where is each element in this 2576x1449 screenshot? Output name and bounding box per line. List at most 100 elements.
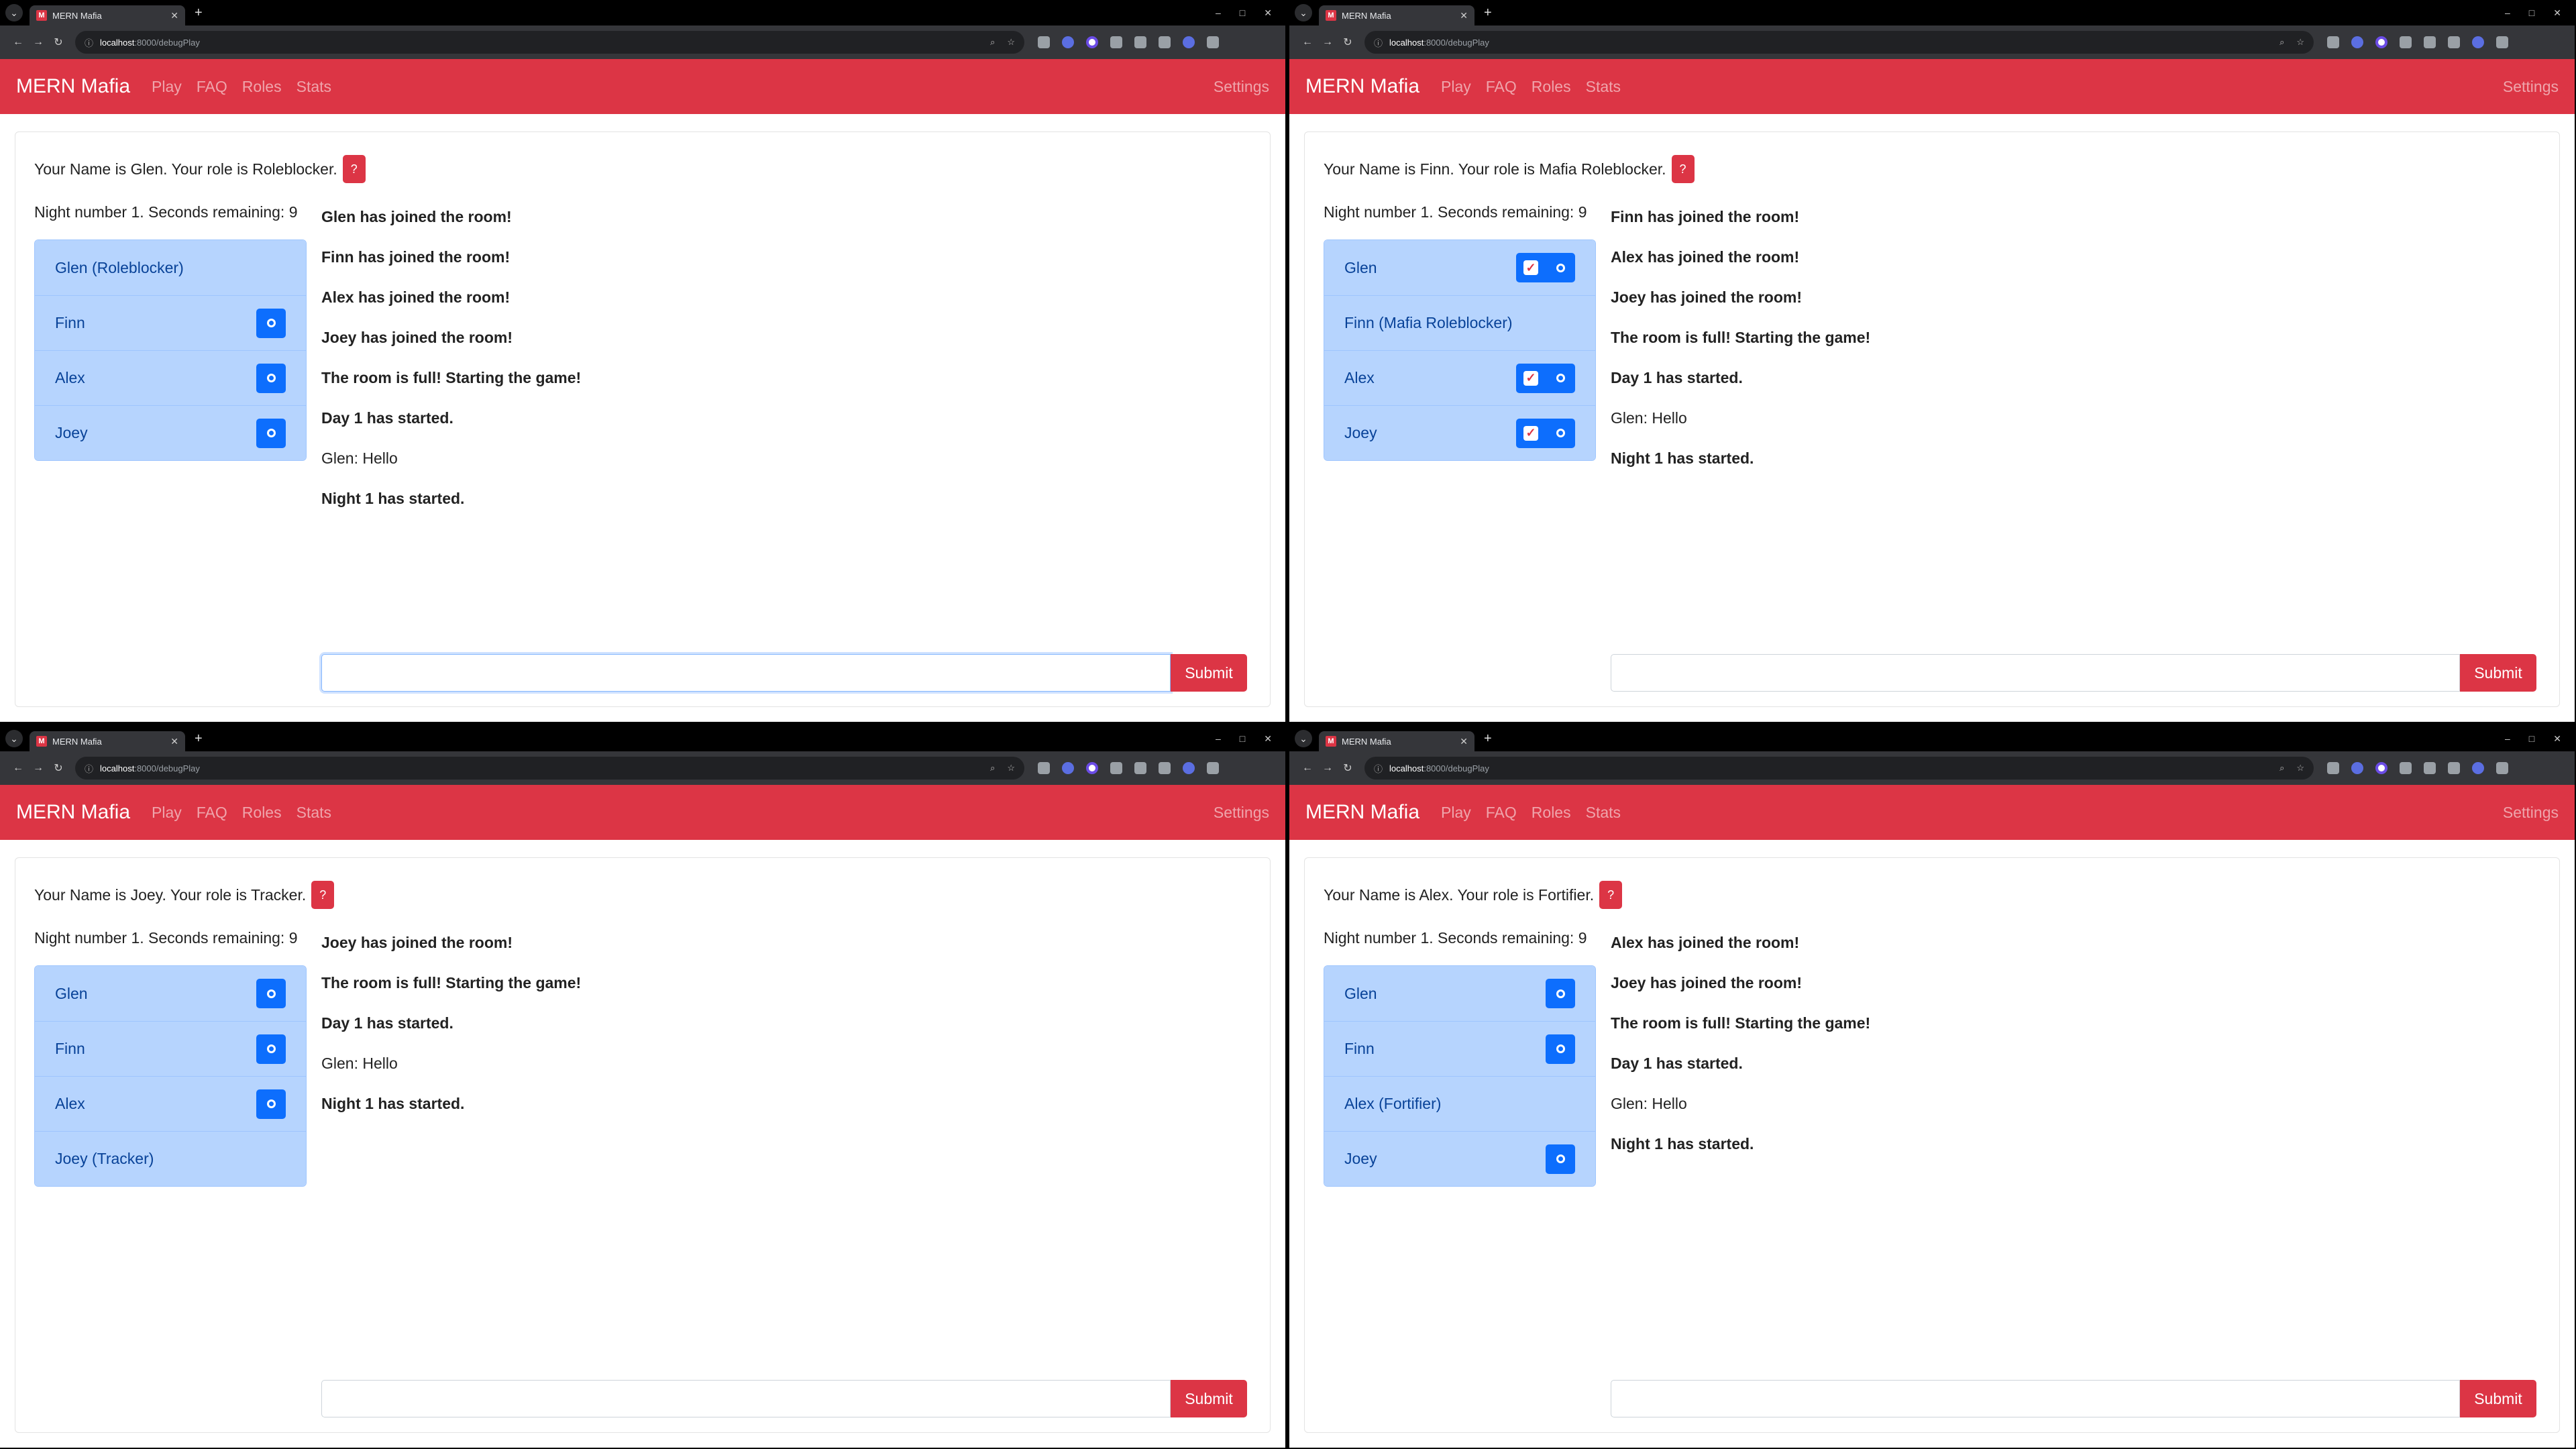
target-radio-button[interactable] <box>1546 979 1575 1008</box>
reload-icon[interactable]: ↻ <box>1338 761 1358 775</box>
nav-play[interactable]: Play <box>152 78 182 96</box>
nav-settings[interactable]: Settings <box>2503 78 2559 96</box>
extension-dot-icon[interactable] <box>2351 762 2363 774</box>
new-tab-button[interactable]: + <box>1484 5 1492 21</box>
close-window-button[interactable]: ✕ <box>2553 7 2561 19</box>
address-bar[interactable]: ⓘ localhost:8000/debugPlay ⌕ ☆ <box>75 757 1024 780</box>
reload-icon[interactable]: ↻ <box>1338 36 1358 49</box>
nav-play[interactable]: Play <box>1441 804 1471 822</box>
maximize-button[interactable]: □ <box>1240 733 1245 745</box>
maximize-button[interactable]: □ <box>2529 733 2534 745</box>
site-info-icon[interactable]: ⓘ <box>1374 36 1383 49</box>
forward-icon[interactable]: → <box>1318 36 1338 48</box>
nav-stats[interactable]: Stats <box>297 804 331 822</box>
avatar[interactable] <box>1183 762 1195 774</box>
site-info-icon[interactable]: ⓘ <box>85 36 93 49</box>
target-radio-button[interactable] <box>256 363 286 393</box>
bookmark-star-icon[interactable]: ☆ <box>2296 37 2304 48</box>
target-radio-button[interactable] <box>1546 363 1575 393</box>
puzzle-extension-icon[interactable] <box>2400 762 2412 774</box>
browser-tab[interactable]: M MERN Mafia ✕ <box>1319 5 1474 25</box>
avatar[interactable] <box>2472 36 2484 48</box>
nav-settings[interactable]: Settings <box>2503 804 2559 822</box>
target-radio-button[interactable] <box>256 979 286 1008</box>
brand-link[interactable]: MERN Mafia <box>16 801 130 824</box>
nav-faq[interactable]: FAQ <box>197 804 227 822</box>
profile-extension-icon[interactable] <box>1086 36 1098 48</box>
browser-tab[interactable]: M MERN Mafia ✕ <box>1319 731 1474 751</box>
nav-settings[interactable]: Settings <box>1214 78 1269 96</box>
side-panel-icon[interactable] <box>1159 762 1171 774</box>
chat-input[interactable] <box>1611 1380 2460 1417</box>
brand-link[interactable]: MERN Mafia <box>1305 75 1419 98</box>
side-panel-icon[interactable] <box>2448 762 2460 774</box>
new-tab-button[interactable]: + <box>195 731 203 747</box>
avatar[interactable] <box>1183 36 1195 48</box>
browser-tab[interactable]: M MERN Mafia ✕ <box>30 5 185 25</box>
target-radio-button[interactable] <box>256 1034 286 1064</box>
new-tab-button[interactable]: + <box>1484 731 1492 747</box>
forward-icon[interactable]: → <box>1318 762 1338 774</box>
chat-input[interactable] <box>1611 654 2460 692</box>
target-radio-button[interactable] <box>1546 1034 1575 1064</box>
tab-search-icon[interactable]: ⌄ <box>5 730 23 747</box>
role-help-button[interactable]: ? <box>1671 155 1695 183</box>
tab-close-icon[interactable]: ✕ <box>1460 736 1468 747</box>
side-panel-icon[interactable] <box>1159 36 1171 48</box>
nav-stats[interactable]: Stats <box>1586 78 1621 96</box>
bookmark-star-icon[interactable]: ☆ <box>1007 763 1015 773</box>
shield-extension-icon[interactable] <box>1038 36 1050 48</box>
tab-close-icon[interactable]: ✕ <box>170 736 178 747</box>
back-icon[interactable]: ← <box>8 36 28 48</box>
kebab-menu-icon[interactable] <box>1207 762 1219 774</box>
bookmark-star-icon[interactable]: ☆ <box>1007 37 1015 48</box>
browser-tab[interactable]: M MERN Mafia ✕ <box>30 731 185 751</box>
minimize-button[interactable]: – <box>2505 7 2510 19</box>
tab-close-icon[interactable]: ✕ <box>170 10 178 21</box>
tab-search-icon[interactable]: ⌄ <box>1295 4 1312 21</box>
chat-input[interactable] <box>321 1380 1171 1417</box>
reading-list-icon[interactable] <box>1134 36 1146 48</box>
tab-search-icon[interactable]: ⌄ <box>1295 730 1312 747</box>
close-window-button[interactable]: ✕ <box>1264 733 1272 745</box>
avatar[interactable] <box>2472 762 2484 774</box>
reload-icon[interactable]: ↻ <box>48 36 68 49</box>
zoom-icon[interactable]: ⌕ <box>990 37 995 48</box>
zoom-icon[interactable]: ⌕ <box>2279 763 2284 773</box>
back-icon[interactable]: ← <box>1297 36 1318 48</box>
profile-extension-icon[interactable] <box>2375 762 2387 774</box>
site-info-icon[interactable]: ⓘ <box>1374 762 1383 775</box>
nav-settings[interactable]: Settings <box>1214 804 1269 822</box>
site-info-icon[interactable]: ⓘ <box>85 762 93 775</box>
extension-dot-icon[interactable] <box>1062 762 1074 774</box>
back-icon[interactable]: ← <box>1297 762 1318 774</box>
maximize-button[interactable]: □ <box>2529 7 2534 19</box>
puzzle-extension-icon[interactable] <box>2400 36 2412 48</box>
role-help-button[interactable]: ? <box>311 881 335 909</box>
close-window-button[interactable]: ✕ <box>2553 733 2561 745</box>
nav-roles[interactable]: Roles <box>242 78 282 96</box>
zoom-icon[interactable]: ⌕ <box>990 763 995 773</box>
submit-button[interactable]: Submit <box>2460 654 2536 692</box>
address-bar[interactable]: ⓘ localhost:8000/debugPlay ⌕ ☆ <box>1364 31 2314 54</box>
target-radio-button[interactable] <box>256 1089 286 1119</box>
reading-list-icon[interactable] <box>1134 762 1146 774</box>
minimize-button[interactable]: – <box>1216 7 1221 19</box>
nav-faq[interactable]: FAQ <box>1486 78 1517 96</box>
nav-play[interactable]: Play <box>152 804 182 822</box>
minimize-button[interactable]: – <box>2505 733 2510 745</box>
extension-dot-icon[interactable] <box>2351 36 2363 48</box>
tab-close-icon[interactable]: ✕ <box>1460 10 1468 21</box>
nav-faq[interactable]: FAQ <box>197 78 227 96</box>
profile-extension-icon[interactable] <box>2375 36 2387 48</box>
brand-link[interactable]: MERN Mafia <box>16 75 130 98</box>
new-tab-button[interactable]: + <box>195 5 203 21</box>
profile-extension-icon[interactable] <box>1086 762 1098 774</box>
bookmark-star-icon[interactable]: ☆ <box>2296 763 2304 773</box>
nav-stats[interactable]: Stats <box>1586 804 1621 822</box>
close-window-button[interactable]: ✕ <box>1264 7 1272 19</box>
nav-faq[interactable]: FAQ <box>1486 804 1517 822</box>
nav-roles[interactable]: Roles <box>1532 78 1571 96</box>
address-bar[interactable]: ⓘ localhost:8000/debugPlay ⌕ ☆ <box>75 31 1024 54</box>
target-radio-button[interactable] <box>256 308 286 338</box>
